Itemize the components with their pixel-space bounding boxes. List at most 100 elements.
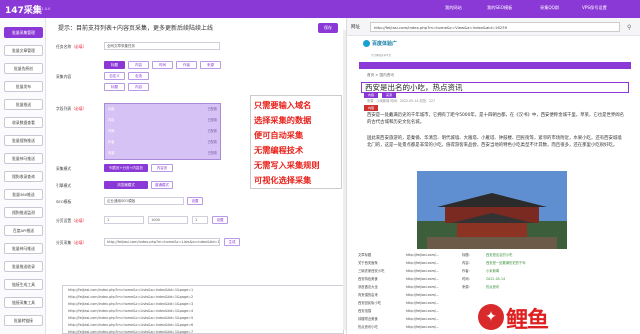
field-value: 已配置	[207, 107, 217, 111]
seo-template-select[interactable]: 企业通用SEO模板	[104, 197, 184, 205]
table-cell: 2022-05-14	[486, 277, 506, 281]
table-cell: http://feijiasi.com/...	[406, 309, 440, 313]
url-line: http://feijiasi.com/index.php?m=home&c=L…	[68, 302, 194, 306]
url-line: http://feijiasi.com/index.php?m=home&c=L…	[68, 323, 194, 327]
seo-set-button[interactable]: 设置	[187, 197, 203, 205]
article-paragraph[interactable]: 西安是一处戴满历史的千年城市，它拥有了距今5000年，是十四朝古都，在《汉书》中…	[367, 112, 625, 126]
sidebar-item[interactable]: 批量360推送	[4, 189, 43, 200]
site-nav-bar	[359, 62, 631, 69]
sidebar-item[interactable]: 搜狗收录查询	[4, 171, 43, 182]
sidebar-item[interactable]: 搜狗推送监测	[4, 207, 43, 218]
content-btn-extra1[interactable]: 标题	[104, 83, 125, 91]
list-generate-button[interactable]: 生成	[224, 238, 240, 246]
sidebar-item[interactable]: 百度API推送	[4, 225, 43, 236]
mode-list-page[interactable]: 列表页+分页+内容页	[104, 164, 148, 172]
table-cell: http://feijiasi.com/...	[406, 261, 440, 265]
table-row[interactable]: 关于西安面条 http://feijiasi.com/... 内容： 西安是一处戴满历…	[356, 260, 640, 267]
content-btn-author[interactable]: 作者	[176, 61, 197, 69]
content-btn-extra2[interactable]: 内容	[128, 83, 149, 91]
article-title[interactable]: 西安是出名的小吃，热点资讯	[361, 82, 629, 93]
watermark-text: 鲤鱼	[506, 308, 549, 333]
url-line: http://feijiasi.com/index.php?m=home&c=L…	[68, 309, 194, 313]
field-name: 内容	[108, 118, 115, 122]
table-cell: 关于西安面条	[358, 261, 378, 265]
page-to-input[interactable]: 1000	[148, 216, 188, 224]
article-paragraph[interactable]: 固此来西安旅游的，是秦俑、华清宫、明代城墙、大雁塔、小雁塔、钟鼓楼、回民街等，紧…	[367, 135, 625, 149]
table-row[interactable]: 西安特色美食 http://feijiasi.com/... 时间： 2022-05-…	[356, 276, 640, 283]
logo-icon	[363, 40, 370, 47]
app-title: 147采集	[5, 6, 42, 16]
callout-line: 只需要输入域名	[254, 100, 312, 110]
content-btn-custom[interactable]: 自定义	[104, 72, 125, 80]
mode-content-page[interactable]: 内容页	[151, 164, 173, 172]
sidebar-item[interactable]: 批量神马推送	[4, 243, 43, 254]
preview-url-input[interactable]: http://feijiasi.com/index.php?m=home&c=V…	[370, 22, 620, 32]
table-cell: http://feijiasi.com/...	[406, 253, 440, 257]
sidebar-item[interactable]: 链接采集工具	[4, 297, 43, 308]
table-row[interactable]: 凉皮做法大全 http://feijiasi.com/... 来源： 热点资讯	[356, 284, 640, 291]
table-cell: 时间：	[462, 277, 472, 281]
field-name: 标题	[108, 107, 115, 111]
table-cell: 凉皮做法大全	[358, 285, 378, 289]
table-cell: 标题：	[462, 253, 472, 257]
preview-url-label: 网址	[351, 25, 360, 30]
task-name-input[interactable]: 全网文章采集任务	[104, 42, 220, 50]
url-list[interactable]: http://feijiasi.com/index.php?m=home&c=L…	[62, 285, 344, 334]
table-cell: 西安泡馍	[358, 309, 372, 313]
table-row[interactable]: 文章标题 http://feijiasi.com/... 标题： 西安是出名的小吃	[356, 252, 640, 259]
content-btn-body[interactable]: 内容	[128, 61, 149, 69]
callout-line: 可视化选择采集	[254, 175, 312, 185]
callout-line: 便可自动采集	[254, 130, 304, 140]
table-row[interactable]: 三碗农家西安小吃 http://feijiasi.com/... 作者： 小米新闻	[356, 268, 640, 275]
engine-normal[interactable]: 普通模式	[151, 181, 173, 189]
table-cell: http://feijiasi.com/...	[406, 301, 440, 305]
mode-label: 采集模式	[56, 166, 72, 171]
table-cell: 内容：	[462, 261, 472, 265]
content-btn-source[interactable]: 来源	[200, 61, 221, 69]
nav-seo-templates[interactable]: 我的SEO模板	[487, 5, 512, 11]
page-from-input[interactable]: 1	[104, 216, 144, 224]
sidebar-item[interactable]: 批量推送收录	[4, 261, 43, 272]
hint-text: 提示：目前支持列表+内容页采集，更多更新后续陆续上线	[58, 25, 214, 32]
sidebar-item[interactable]: 批量文章管理	[4, 45, 43, 56]
table-row[interactable]: 肉夹馍的由来 http://feijiasi.com/...	[356, 292, 640, 299]
sidebar-item[interactable]: 批量发布	[4, 81, 43, 92]
table-cell: 钟楼附近美食	[358, 317, 378, 321]
content-btn-all[interactable]: 全选	[128, 72, 149, 80]
table-cell: 西安特色美食	[358, 277, 378, 281]
sidebar-item[interactable]: 收录数据查看	[4, 117, 43, 128]
page-set-button[interactable]: 设置	[212, 216, 228, 224]
preview-header: 网址 http://feijiasi.com/index.php?m=home&…	[347, 18, 640, 36]
sidebar-item[interactable]: 批量神马推送	[4, 153, 43, 164]
nav-my-sites[interactable]: 我的网站	[445, 5, 462, 11]
table-cell: 西安回民街小吃	[358, 301, 382, 305]
sidebar-item[interactable]: 链接生成工具	[4, 279, 43, 290]
sidebar-item[interactable]: 批量推送	[4, 99, 43, 110]
list-url-input[interactable]: http://feijiasi.com/index.php?m=home&c=L…	[104, 238, 220, 246]
watermark-logo-icon: ✦	[478, 304, 504, 330]
engine-label: 引擎模式	[56, 183, 72, 188]
url-line: http://feijiasi.com/index.php?m=home&c=L…	[68, 288, 194, 292]
table-cell: 热点资讯小吃	[358, 325, 378, 329]
save-button[interactable]: 保存	[318, 23, 338, 33]
content-btn-title[interactable]: 标题	[104, 61, 125, 69]
sidebar-item[interactable]: 批量采集管理	[4, 27, 43, 38]
nav-vps-settings[interactable]: VPS保号设置	[582, 5, 607, 11]
content-btn-time[interactable]: 时间	[152, 61, 173, 69]
seo-label: SEO模板	[56, 199, 72, 204]
sidebar-item[interactable]: 批量伪原创	[4, 63, 43, 74]
engine-browser[interactable]: 浏览器模式	[104, 181, 148, 189]
search-icon[interactable]: ⚲	[627, 24, 631, 31]
table-cell: 热点资讯	[486, 285, 500, 289]
nav-qq-group[interactable]: 采集QQ群	[540, 5, 559, 11]
app-version: V1.0.0	[39, 7, 51, 11]
sidebar-item[interactable]: 批量搜狗推送	[4, 135, 43, 146]
page-step-input[interactable]: 1	[192, 216, 208, 224]
url-line: http://feijiasi.com/index.php?m=home&c=L…	[68, 295, 194, 299]
sidebar-item[interactable]: 批量转链接	[4, 315, 43, 326]
field-name: 时间	[108, 129, 115, 133]
field-value: 已配置	[207, 129, 217, 133]
table-cell: http://feijiasi.com/...	[406, 285, 440, 289]
article-meta[interactable]: 来源：小米新闻 时间：2022-05-14 浏览：227	[367, 98, 435, 103]
table-cell: 西安是出名的小吃	[486, 253, 513, 257]
